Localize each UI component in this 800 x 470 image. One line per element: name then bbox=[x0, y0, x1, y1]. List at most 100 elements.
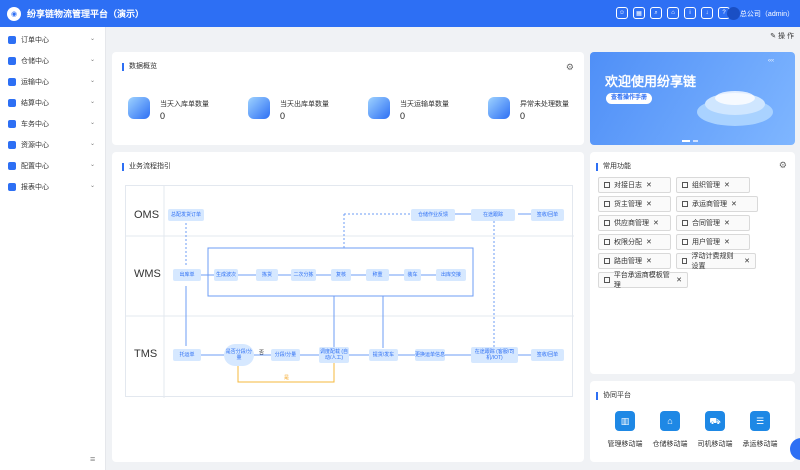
overview-title: 数据概览 bbox=[122, 63, 157, 71]
sidebar: 订单中心 ⌄ 仓储中心 ⌄ 运输中心 ⌄ 结算中心 ⌄ 车务中心 ⌄ 资源中心 ⌄ 配置中心… bbox=[0, 27, 106, 470]
search-icon[interactable]: ⌕ bbox=[650, 7, 662, 19]
shortcut-tag[interactable]: 对接日志 ✕ bbox=[598, 177, 671, 193]
shortcut-tag[interactable]: 平台承运商模板管理 ✕ bbox=[598, 272, 688, 289]
vehicle-icon bbox=[8, 119, 16, 128]
close-icon[interactable]: ✕ bbox=[646, 257, 652, 265]
chevron-down-icon: ⌄ bbox=[89, 57, 95, 63]
flow-node[interactable]: 更换运单信息 bbox=[415, 349, 445, 361]
grid-icon bbox=[604, 258, 610, 264]
stat-outbound: 当天出库单数量 0 bbox=[248, 95, 358, 125]
report-icon bbox=[8, 182, 16, 191]
sidebar-item-warehouse[interactable]: 仓储中心 ⌄ bbox=[0, 50, 105, 71]
user-name[interactable]: 总公司（admin） bbox=[740, 9, 794, 19]
chevron-down-icon: ⌄ bbox=[89, 141, 95, 147]
operate-button[interactable]: ✎ 操 作 bbox=[770, 31, 794, 41]
flow-node[interactable]: 称重 bbox=[366, 269, 389, 281]
shortcut-tag[interactable]: 用户管理 ✕ bbox=[676, 234, 750, 250]
gear-icon[interactable]: ⚙ bbox=[779, 160, 787, 171]
flow-title: 业务流程指引 bbox=[122, 163, 171, 171]
flow-node[interactable]: 托运单 bbox=[173, 349, 201, 361]
shortcut-tag[interactable]: 承运商管理 ✕ bbox=[676, 196, 758, 212]
sidebar-item-vehicle[interactable]: 车务中心 ⌄ bbox=[0, 113, 105, 134]
flow-node[interactable]: 在途跟踪 (客服/司机/IOT) bbox=[471, 347, 518, 363]
close-icon[interactable]: ✕ bbox=[646, 181, 652, 189]
transport-stat-icon bbox=[368, 97, 390, 119]
flow-node[interactable]: 二次分拣 bbox=[291, 269, 316, 281]
order-icon bbox=[8, 35, 16, 44]
download-icon[interactable]: ↓ bbox=[701, 7, 713, 19]
avatar[interactable] bbox=[727, 7, 740, 20]
flow-node[interactable]: 签收/回单 bbox=[531, 209, 564, 221]
close-icon[interactable]: ✕ bbox=[676, 276, 682, 284]
row-label-wms: WMS bbox=[134, 268, 161, 280]
flow-node[interactable]: 出库交接 bbox=[436, 269, 466, 281]
info-icon[interactable]: i bbox=[684, 7, 696, 19]
flow-decision[interactable]: 是否分段/分量 bbox=[224, 344, 254, 366]
shortcut-tag[interactable]: 路由管理 ✕ bbox=[598, 253, 671, 269]
transport-icon bbox=[8, 77, 16, 86]
flow-node[interactable]: 装车 bbox=[404, 269, 421, 281]
bank-icon[interactable]: ⌂ bbox=[667, 7, 679, 19]
shortcut-tag[interactable]: 货主管理 ✕ bbox=[598, 196, 671, 212]
close-icon[interactable]: ✕ bbox=[653, 219, 659, 227]
flow-node[interactable]: 仓储作业反馈 bbox=[411, 209, 455, 221]
config-icon bbox=[8, 161, 16, 170]
grid-icon[interactable]: ▦ bbox=[633, 7, 645, 19]
chevron-down-icon: ⌄ bbox=[89, 183, 95, 189]
stat-transport: 当天运输单数量 0 bbox=[368, 95, 478, 125]
flow-node[interactable]: 生成波次 bbox=[214, 269, 238, 281]
shortcut-tag[interactable]: 浮动计费规则设置 ✕ bbox=[676, 253, 756, 270]
collapse-menu-icon[interactable]: ≡ bbox=[90, 454, 95, 464]
sidebar-item-settlement[interactable]: 结算中心 ⌄ bbox=[0, 92, 105, 113]
app-title: 纷享链物流管理平台（演示） bbox=[27, 9, 145, 19]
outbound-icon bbox=[248, 97, 270, 119]
sidebar-item-order[interactable]: 订单中心 ⌄ bbox=[0, 29, 105, 50]
flow-node[interactable]: 调度配载 (自动/人工) bbox=[319, 347, 349, 363]
collab-carrier-mobile[interactable]: ☰ 承运移动端 bbox=[730, 411, 790, 449]
gear-icon[interactable]: ⚙ bbox=[566, 62, 574, 73]
settlement-icon bbox=[8, 98, 16, 107]
flow-node[interactable]: 签收/回单 bbox=[531, 349, 564, 361]
close-icon[interactable]: ✕ bbox=[724, 238, 730, 246]
flow-node[interactable]: 提货/发车 bbox=[369, 349, 398, 361]
flow-node[interactable]: 拣货 bbox=[256, 269, 278, 281]
flow-node[interactable]: 在途跟踪 bbox=[471, 209, 515, 221]
row-label-tms: TMS bbox=[134, 348, 158, 360]
grid-icon bbox=[604, 182, 610, 188]
close-icon[interactable]: ✕ bbox=[731, 200, 737, 208]
flow-node[interactable]: 复核 bbox=[331, 269, 351, 281]
grid-icon bbox=[604, 201, 610, 207]
sidebar-item-resource[interactable]: 资源中心 ⌄ bbox=[0, 134, 105, 155]
grid-icon bbox=[682, 258, 688, 264]
common-functions-title: 常用功能 bbox=[596, 163, 631, 171]
close-icon[interactable]: ✕ bbox=[724, 219, 730, 227]
shortcut-tag[interactable]: 供应商管理 ✕ bbox=[598, 215, 671, 231]
collab-title: 协同平台 bbox=[596, 392, 631, 400]
flow-node[interactable]: 总配发货订单 bbox=[168, 209, 204, 221]
sidebar-item-report[interactable]: 报表中心 ⌄ bbox=[0, 176, 105, 197]
sidebar-item-transport[interactable]: 运输中心 ⌄ bbox=[0, 71, 105, 92]
shortcut-tag[interactable]: 组织管理 ✕ bbox=[676, 177, 750, 193]
row-label-oms: OMS bbox=[134, 209, 160, 221]
truck-icon: ⛟ bbox=[705, 411, 725, 431]
close-icon[interactable]: ✕ bbox=[724, 181, 730, 189]
stat-exception: 异常未处理数量 0 bbox=[488, 95, 598, 125]
chevron-down-icon: ⌄ bbox=[89, 99, 95, 105]
shortcut-tag[interactable]: 合同管理 ✕ bbox=[676, 215, 750, 231]
robot-icon[interactable]: ☺ bbox=[616, 7, 628, 19]
close-icon[interactable]: ✕ bbox=[646, 238, 652, 246]
close-icon[interactable]: ✕ bbox=[646, 200, 652, 208]
grid-icon bbox=[604, 239, 610, 245]
chevron-down-icon: ⌄ bbox=[89, 120, 95, 126]
stat-inbound: 当天入库单数量 0 bbox=[128, 95, 238, 125]
flow-node[interactable]: 分段/分量 bbox=[271, 349, 300, 361]
close-icon[interactable]: ✕ bbox=[744, 257, 750, 265]
shortcut-tag[interactable]: 权限分配 ✕ bbox=[598, 234, 671, 250]
top-bar: ◉ 纷享链物流管理平台（演示） ☺ ▦ ⌕ ⌂ i ↓ ? 总公司（admin） bbox=[0, 0, 800, 27]
branch-yes-label: 是 bbox=[284, 375, 290, 381]
flow-node[interactable]: 出库单 bbox=[173, 269, 201, 281]
edit-icon: ✎ bbox=[770, 33, 779, 40]
grid-icon bbox=[682, 239, 688, 245]
sidebar-item-config[interactable]: 配置中心 ⌄ bbox=[0, 155, 105, 176]
grid-icon bbox=[682, 220, 688, 226]
